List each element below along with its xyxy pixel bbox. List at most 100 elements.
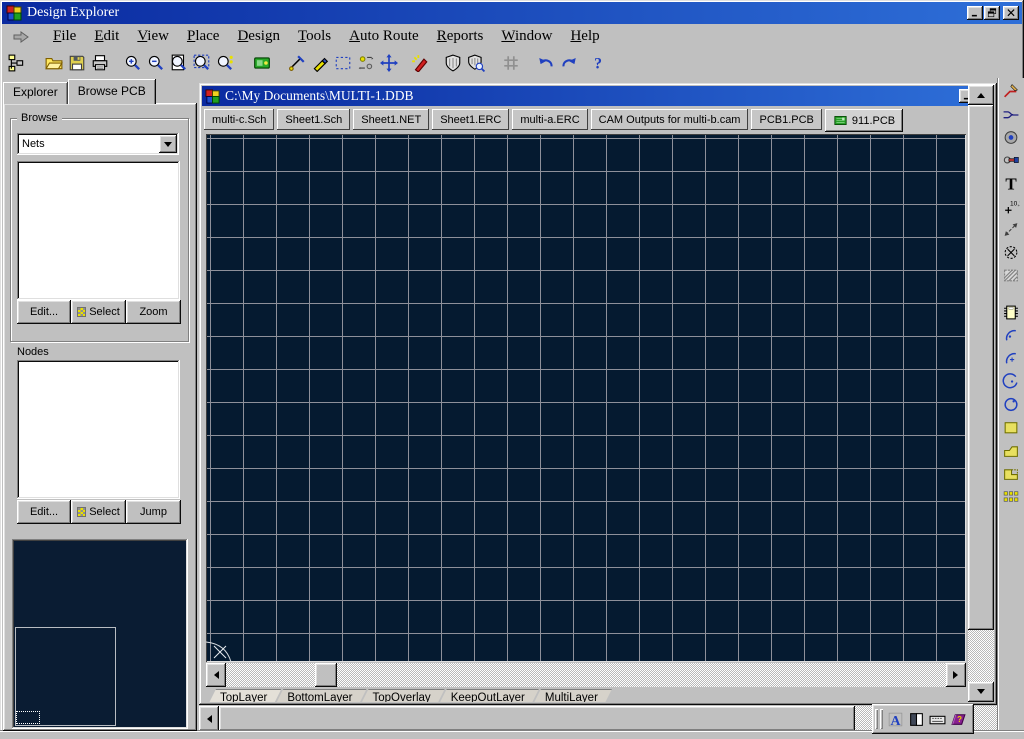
split-plane-icon[interactable] [999, 464, 1023, 483]
document-tab-pcb1-pcb[interactable]: PCB1.PCB [751, 109, 821, 130]
board-view-icon[interactable] [250, 51, 273, 75]
pad-icon[interactable] [999, 128, 1023, 147]
via-icon[interactable] [999, 151, 1023, 170]
help-icon[interactable]: ? [586, 51, 609, 75]
nets-edit-button[interactable]: Edit... [17, 300, 71, 324]
layer-tab-bottomlayer[interactable]: BottomLayer [273, 689, 366, 702]
layer-tab-topoverlay[interactable]: TopOverlay [359, 689, 445, 702]
chevron-down-icon[interactable] [159, 135, 177, 153]
browse-type-select[interactable]: Nets [17, 133, 179, 155]
explorer-panel-icon[interactable] [5, 51, 28, 75]
app-scroll-left-button[interactable] [199, 706, 219, 731]
hscroll-track[interactable] [226, 663, 946, 687]
coordinate-icon[interactable]: 10,10 [999, 197, 1023, 216]
select-area-icon[interactable] [331, 51, 354, 75]
scroll-down-button[interactable] [968, 682, 994, 702]
help-book-icon[interactable]: ? [948, 709, 969, 730]
menu-design[interactable]: Design [228, 27, 289, 47]
nodes-list[interactable] [17, 360, 180, 499]
close-button[interactable] [1003, 6, 1019, 20]
menu-grip-arrow-icon[interactable] [10, 29, 36, 45]
panel-split-icon[interactable] [906, 709, 927, 730]
minimize-button[interactable] [967, 6, 983, 20]
app-hscroll-thumb[interactable] [219, 706, 855, 731]
print-icon[interactable] [88, 51, 111, 75]
menu-place[interactable]: Place [178, 27, 228, 47]
scroll-up-button[interactable] [968, 85, 994, 105]
document-tab-multi-a-erc[interactable]: multi-a.ERC [512, 109, 587, 130]
hatched-fill-icon[interactable] [999, 266, 1023, 285]
tab-browse-pcb[interactable]: Browse PCB [68, 79, 156, 104]
full-circle-icon[interactable] [999, 395, 1023, 414]
menu-help[interactable]: Help [561, 27, 608, 47]
nets-list[interactable] [17, 161, 180, 300]
vscroll-thumb[interactable] [968, 105, 994, 630]
nodes-edit-button[interactable]: Edit... [17, 500, 71, 524]
text-a-icon[interactable]: A [885, 709, 906, 730]
minimap-board-view[interactable] [14, 541, 186, 727]
redo-icon[interactable] [557, 51, 580, 75]
document-tab-cam-outputs-for-multi-b-cam[interactable]: CAM Outputs for multi-b.cam [591, 109, 749, 130]
keepout-icon[interactable] [999, 243, 1023, 262]
layer-tab-toplayer[interactable]: TopLayer [206, 689, 281, 702]
zoom-document-icon[interactable] [167, 51, 190, 75]
arc-edge-icon[interactable] [999, 326, 1023, 345]
menu-reports[interactable]: Reports [428, 27, 493, 47]
polygon-plane-icon[interactable] [999, 441, 1023, 460]
shield-zoom-icon[interactable] [464, 51, 487, 75]
scroll-right-button[interactable] [946, 663, 966, 687]
highlight-net-icon[interactable] [308, 51, 331, 75]
document-tab-multi-c-sch[interactable]: multi-c.Sch [204, 109, 274, 130]
nodes-select-button[interactable]: Select [71, 500, 126, 524]
document-tab-911-pcb[interactable]: 911.PCB [825, 109, 903, 132]
zoom-out-icon[interactable] [144, 51, 167, 75]
tab-explorer[interactable]: Explorer [3, 82, 68, 104]
hscroll-thumb[interactable] [315, 663, 337, 687]
interactive-routing-icon[interactable] [999, 82, 1023, 101]
toolbar-grip[interactable] [875, 709, 878, 729]
svg-text:?: ? [957, 715, 962, 724]
nets-zoom-button[interactable]: Zoom [126, 300, 181, 324]
nodes-jump-button[interactable]: Jump [126, 500, 181, 524]
zoom-in-icon[interactable] [121, 51, 144, 75]
canvas-vscrollbar[interactable] [968, 85, 994, 702]
fill-icon[interactable] [999, 418, 1023, 437]
text-string-icon[interactable]: T [999, 174, 1023, 193]
zoom-point-icon[interactable] [213, 51, 236, 75]
component-icon[interactable] [999, 303, 1023, 322]
nets-select-button[interactable]: Select [71, 300, 126, 324]
arc-center-icon[interactable] [999, 349, 1023, 368]
shield-icon[interactable] [441, 51, 464, 75]
keyboard-icon[interactable] [927, 709, 948, 730]
undo-icon[interactable] [534, 51, 557, 75]
deselect-icon[interactable] [354, 51, 377, 75]
canvas-hscrollbar[interactable] [206, 663, 966, 687]
menu-edit[interactable]: Edit [85, 27, 128, 47]
document-tab-sheet1-net[interactable]: Sheet1.NET [353, 109, 429, 130]
menu-window[interactable]: Window [492, 27, 561, 47]
menu-file[interactable]: File [44, 27, 85, 47]
dimension-icon[interactable] [999, 220, 1023, 239]
move-item-icon[interactable] [377, 51, 400, 75]
multiple-traces-icon[interactable] [999, 105, 1023, 124]
pad-array-icon[interactable] [999, 487, 1023, 506]
zoom-area-icon[interactable] [190, 51, 213, 75]
save-icon[interactable] [65, 51, 88, 75]
layer-tab-keepoutlayer[interactable]: KeepOutLayer [437, 689, 539, 702]
document-tab-sheet1-sch[interactable]: Sheet1.Sch [277, 109, 350, 130]
wizard-icon[interactable] [408, 51, 431, 75]
document-tab-sheet1-erc[interactable]: Sheet1.ERC [432, 109, 509, 130]
vscroll-track[interactable] [968, 630, 994, 682]
grid-icon[interactable] [499, 51, 522, 75]
menu-view[interactable]: View [128, 27, 178, 47]
toolbar-grip[interactable] [880, 709, 883, 729]
menu-auto-route[interactable]: Auto Route [340, 27, 428, 47]
pcb-canvas[interactable] [206, 134, 966, 662]
menu-tools[interactable]: Tools [289, 27, 340, 47]
restore-button[interactable] [984, 6, 1000, 20]
arc-angle-icon[interactable] [999, 372, 1023, 391]
open-document-icon[interactable] [42, 51, 65, 75]
layer-tab-multilayer[interactable]: MultiLayer [531, 689, 612, 702]
scroll-left-button[interactable] [206, 663, 226, 687]
cross-probe-icon[interactable] [285, 51, 308, 75]
